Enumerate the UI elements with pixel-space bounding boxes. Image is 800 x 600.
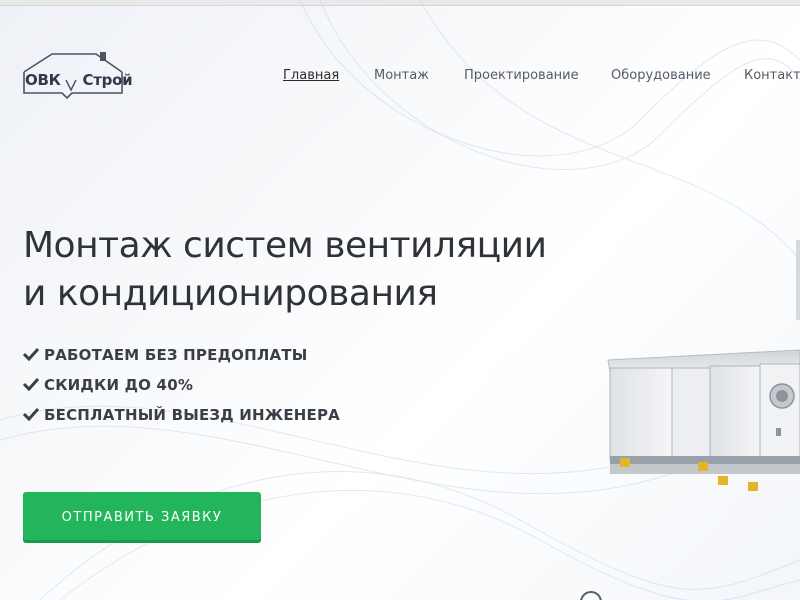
nav-item-home[interactable]: Главная	[283, 68, 339, 83]
feature-item: СКИДКИ ДО 40%	[23, 373, 340, 403]
nav-item-installation[interactable]: Монтаж	[374, 68, 429, 83]
nav-item-design[interactable]: Проектирование	[464, 68, 579, 83]
feature-item: РАБОТАЕМ БЕЗ ПРЕДОПЛАТЫ	[23, 343, 340, 373]
page: ОВК Строй Главная Монтаж Проектирование О…	[0, 0, 800, 600]
logo-text: ОВК Строй	[25, 71, 133, 89]
logo-text-part2: Строй	[82, 71, 133, 89]
check-icon	[23, 407, 39, 421]
nav-item-equipment[interactable]: Оборудование	[611, 68, 711, 83]
hero-title-line1: Монтаж систем вентиляции	[23, 225, 547, 266]
feature-list: РАБОТАЕМ БЕЗ ПРЕДОПЛАТЫ СКИДКИ ДО 40% БЕ…	[23, 343, 340, 433]
nav-item-contacts[interactable]: Контакты	[744, 68, 800, 83]
submit-request-button[interactable]: ОТПРАВИТЬ ЗАЯВКУ	[23, 492, 261, 543]
hero-title-line2: и кондиционирования	[23, 273, 438, 314]
feature-text: СКИДКИ ДО 40%	[44, 376, 194, 394]
check-icon	[23, 347, 39, 361]
check-icon	[23, 377, 39, 391]
feature-item: БЕСПЛАТНЫЙ ВЫЕЗД ИНЖЕНЕРА	[23, 403, 340, 433]
site-logo[interactable]: ОВК Строй	[22, 50, 133, 102]
feature-text: БЕСПЛАТНЫЙ ВЫЕЗД ИНЖЕНЕРА	[44, 406, 340, 424]
hero-title: Монтаж систем вентиляции и кондициониров…	[23, 222, 547, 318]
air-handling-unit-image	[607, 240, 800, 491]
feature-text: РАБОТАЕМ БЕЗ ПРЕДОПЛАТЫ	[44, 346, 308, 364]
logo-text-part1: ОВК	[25, 71, 61, 89]
